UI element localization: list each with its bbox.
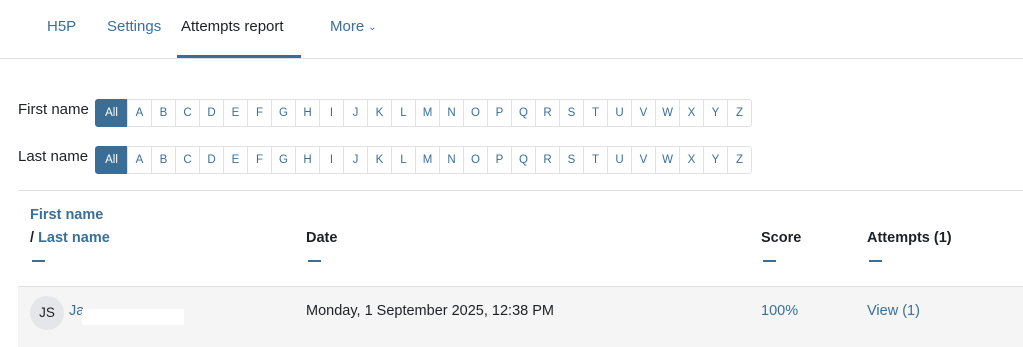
first-name-initial-k[interactable]: K: [367, 99, 392, 127]
first-name-initial-z[interactable]: Z: [727, 99, 752, 127]
first-name-initial-y[interactable]: Y: [703, 99, 728, 127]
first-name-initial-s[interactable]: S: [559, 99, 584, 127]
redaction-box: [82, 309, 184, 325]
header-first-name[interactable]: First name: [30, 207, 103, 223]
first-name-initial-c[interactable]: C: [175, 99, 200, 127]
sort-last-name-link[interactable]: Last name: [38, 230, 110, 246]
first-name-filter-label: First name: [18, 101, 89, 118]
first-name-initial-f[interactable]: F: [247, 99, 272, 127]
first-name-initial-g[interactable]: G: [271, 99, 296, 127]
first-name-initial-m[interactable]: M: [415, 99, 440, 127]
tab-h5p[interactable]: H5P: [47, 0, 76, 58]
last-name-initial-g[interactable]: G: [271, 146, 296, 174]
first-name-initial-p[interactable]: P: [487, 99, 512, 127]
divider: [18, 190, 1023, 191]
last-name-initial-d[interactable]: D: [199, 146, 224, 174]
tab-more-label: More: [330, 18, 365, 35]
first-name-initial-t[interactable]: T: [583, 99, 608, 127]
first-name-initial-u[interactable]: U: [607, 99, 632, 127]
last-name-initial-p[interactable]: P: [487, 146, 512, 174]
last-name-initials-bar: All A B C D E F G H I J K L M N O P Q R S T U V W X Y Z: [95, 146, 752, 174]
last-name-initial-e[interactable]: E: [223, 146, 248, 174]
last-name-initial-r[interactable]: R: [535, 146, 560, 174]
tab-more[interactable]: More ⌄: [330, 0, 377, 58]
first-name-initial-all[interactable]: All: [95, 99, 128, 127]
last-name-initial-y[interactable]: Y: [703, 146, 728, 174]
header-last-name: / Last name: [30, 230, 110, 246]
view-attempts-link[interactable]: View (1): [867, 303, 920, 319]
first-name-initial-q[interactable]: Q: [511, 99, 536, 127]
header-attempts: Attempts (1): [867, 230, 952, 246]
collapse-column-date[interactable]: [308, 260, 321, 262]
header-slash: /: [30, 230, 35, 246]
last-name-initial-i[interactable]: I: [319, 146, 344, 174]
last-name-initial-u[interactable]: U: [607, 146, 632, 174]
last-name-initial-t[interactable]: T: [583, 146, 608, 174]
first-name-initial-o[interactable]: O: [463, 99, 488, 127]
last-name-initial-a[interactable]: A: [127, 146, 152, 174]
first-name-initials-bar: All A B C D E F G H I J K L M N O P Q R S T U V W X Y Z: [95, 99, 752, 127]
first-name-initial-e[interactable]: E: [223, 99, 248, 127]
last-name-initial-z[interactable]: Z: [727, 146, 752, 174]
first-name-initial-a[interactable]: A: [127, 99, 152, 127]
tab-settings[interactable]: Settings: [107, 0, 161, 58]
first-name-initial-n[interactable]: N: [439, 99, 464, 127]
header-date: Date: [306, 230, 338, 246]
last-name-filter-label: Last name: [18, 148, 89, 165]
last-name-initial-c[interactable]: C: [175, 146, 200, 174]
last-name-initial-v[interactable]: V: [631, 146, 656, 174]
first-name-initial-d[interactable]: D: [199, 99, 224, 127]
last-name-initial-all[interactable]: All: [95, 146, 128, 174]
last-name-initial-s[interactable]: S: [559, 146, 584, 174]
first-name-initial-x[interactable]: X: [679, 99, 704, 127]
last-name-initial-m[interactable]: M: [415, 146, 440, 174]
last-name-initial-f[interactable]: F: [247, 146, 272, 174]
last-name-initial-l[interactable]: L: [391, 146, 416, 174]
secondary-navigation: H5P Settings Attempts report More ⌄: [0, 0, 1023, 59]
collapse-column-score[interactable]: [763, 260, 776, 262]
first-name-initial-l[interactable]: L: [391, 99, 416, 127]
first-name-initial-v[interactable]: V: [631, 99, 656, 127]
first-name-initial-j[interactable]: J: [343, 99, 368, 127]
first-name-initial-i[interactable]: I: [319, 99, 344, 127]
last-name-initial-j[interactable]: J: [343, 146, 368, 174]
last-name-initial-q[interactable]: Q: [511, 146, 536, 174]
last-name-initial-k[interactable]: K: [367, 146, 392, 174]
first-name-initial-h[interactable]: H: [295, 99, 320, 127]
attempt-date: Monday, 1 September 2025, 12:38 PM: [306, 303, 554, 319]
last-name-initial-w[interactable]: W: [655, 146, 680, 174]
chevron-down-icon: ⌄: [368, 22, 377, 33]
last-name-initial-x[interactable]: X: [679, 146, 704, 174]
collapse-column-attempts[interactable]: [869, 260, 882, 262]
score-link[interactable]: 100%: [761, 303, 798, 319]
first-name-initial-b[interactable]: B: [151, 99, 176, 127]
last-name-initial-n[interactable]: N: [439, 146, 464, 174]
last-name-initial-h[interactable]: H: [295, 146, 320, 174]
first-name-initial-r[interactable]: R: [535, 99, 560, 127]
sort-first-name-link[interactable]: First name: [30, 207, 103, 223]
tab-attempts-report[interactable]: Attempts report: [177, 0, 301, 58]
collapse-column-first-name[interactable]: [32, 260, 45, 262]
last-name-initial-o[interactable]: O: [463, 146, 488, 174]
last-name-initial-b[interactable]: B: [151, 146, 176, 174]
avatar[interactable]: JS: [30, 296, 64, 330]
first-name-initial-w[interactable]: W: [655, 99, 680, 127]
header-score: Score: [761, 230, 802, 246]
